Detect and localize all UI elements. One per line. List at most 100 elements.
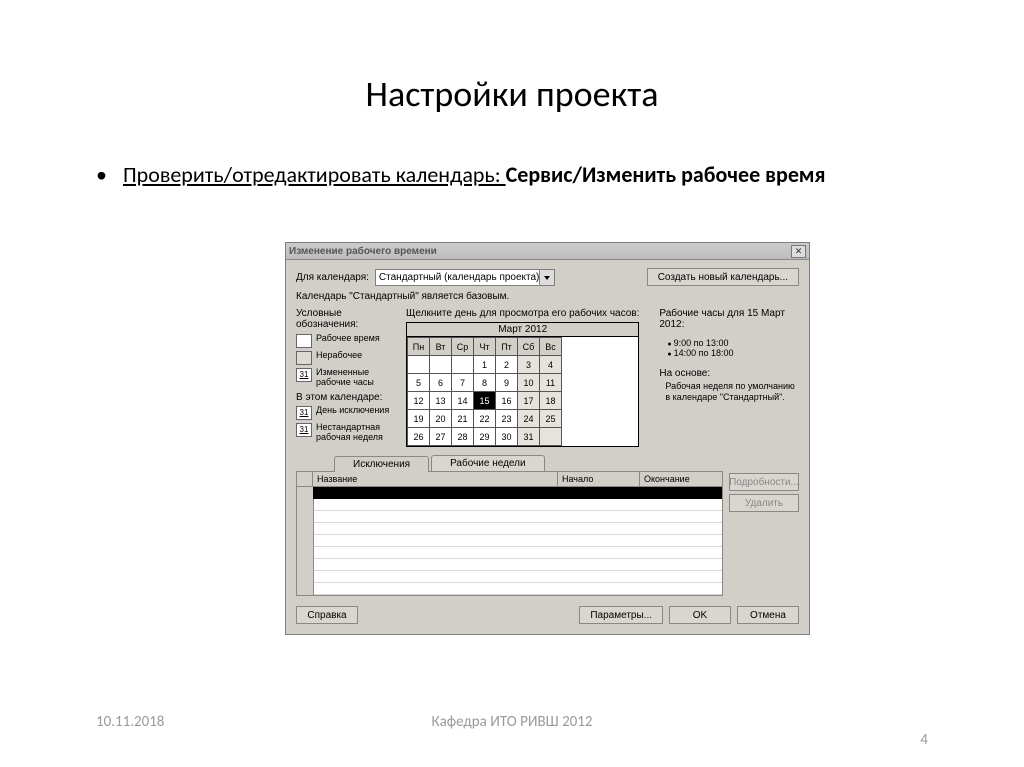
exceptions-grid[interactable]: Название Начало Окончание xyxy=(296,471,723,596)
cal-day[interactable] xyxy=(408,356,430,374)
slide-footer: 10.11.2018 Кафедра ИТО РИВШ 2012 4 xyxy=(0,713,1024,731)
cal-day[interactable]: 12 xyxy=(408,392,430,410)
cal-day[interactable]: 14 xyxy=(452,392,474,410)
ok-button[interactable]: OK xyxy=(669,606,731,624)
cal-day[interactable]: 25 xyxy=(540,410,562,428)
weekday-head: Вс xyxy=(540,338,562,356)
cal-day[interactable]: 6 xyxy=(430,374,452,392)
footer-date: 10.11.2018 xyxy=(96,713,164,731)
calendar-selector-row: Для календаря: Стандартный (календарь пр… xyxy=(286,260,809,289)
details-button[interactable]: Подробности... xyxy=(729,473,799,491)
swatch-changed-icon: 31 xyxy=(296,368,312,382)
cal-day[interactable]: 19 xyxy=(408,410,430,428)
legend-day-exception: 31День исключения xyxy=(296,406,398,420)
cal-day[interactable]: 3 xyxy=(518,356,540,374)
dialog-window: Изменение рабочего времени ✕ Для календа… xyxy=(285,242,810,635)
cal-day[interactable]: 26 xyxy=(408,428,430,446)
cal-day[interactable]: 29 xyxy=(474,428,496,446)
cal-day[interactable]: 20 xyxy=(430,410,452,428)
cal-day[interactable]: 23 xyxy=(496,410,518,428)
grid-col-name: Название xyxy=(313,472,558,486)
swatch-exception-icon: 31 xyxy=(296,406,312,420)
grid-header: Название Начало Окончание xyxy=(297,472,722,487)
slide-title: Настройки проекта xyxy=(0,0,1024,116)
weekday-head: Ср xyxy=(452,338,474,356)
cal-day[interactable]: 22 xyxy=(474,410,496,428)
legend-changed: 31Измененные рабочие часы xyxy=(296,368,398,388)
bullet-bold: Сервис/Изменить рабочее время xyxy=(506,161,826,188)
bullet-item: Проверить/отредактировать календарь: Сер… xyxy=(96,160,928,190)
dialog-title: Изменение рабочего времени xyxy=(289,246,791,257)
cal-day[interactable]: 16 xyxy=(496,392,518,410)
new-calendar-button[interactable]: Создать новый календарь... xyxy=(647,268,799,286)
calendar-weekday-row: Пн Вт Ср Чт Пт Сб Вс xyxy=(408,338,562,356)
grid-col-start: Начало xyxy=(558,472,640,486)
cal-day[interactable]: 18 xyxy=(540,392,562,410)
cal-day[interactable]: 24 xyxy=(518,410,540,428)
dialog-footer: Справка Параметры... OK Отмена xyxy=(286,596,809,634)
grid-body[interactable] xyxy=(297,487,722,595)
cal-day[interactable]: 9 xyxy=(496,374,518,392)
footer-page-number: 4 xyxy=(920,731,928,749)
based-on-label: На основе: xyxy=(659,368,799,379)
cal-day[interactable]: 8 xyxy=(474,374,496,392)
prev-month-icon[interactable] xyxy=(407,324,419,335)
calendar-table: Пн Вт Ср Чт Пт Сб Вс 1234 567891011 1213… xyxy=(407,337,562,446)
grid-col-end: Окончание xyxy=(640,472,722,486)
cal-day[interactable]: 13 xyxy=(430,392,452,410)
cal-day[interactable]: 21 xyxy=(452,410,474,428)
bullet-list: Проверить/отредактировать календарь: Сер… xyxy=(0,116,1024,190)
cancel-button[interactable]: Отмена xyxy=(737,606,799,624)
for-calendar-label: Для календаря: xyxy=(296,272,369,283)
legend: Условные обозначения: Рабочее время Нера… xyxy=(296,308,398,447)
params-button[interactable]: Параметры... xyxy=(579,606,663,624)
hours-title: Рабочие часы для 15 Март 2012: xyxy=(659,308,799,330)
hour-slot: 14:00 по 18:00 xyxy=(667,348,799,358)
legend-nonstd-week: 31Нестандартная рабочая неделя xyxy=(296,423,398,443)
calendar-widget[interactable]: Март 2012 Пн Вт Ср Чт Пт Сб Вс 1234 5678… xyxy=(406,322,639,447)
calendar-combo[interactable]: Стандартный (календарь проекта) xyxy=(375,269,555,286)
cal-day[interactable]: 7 xyxy=(452,374,474,392)
tab-workweeks[interactable]: Рабочие недели xyxy=(431,455,544,471)
cal-day-selected[interactable]: 15 xyxy=(474,392,496,410)
swatch-nonwork-icon xyxy=(296,351,312,365)
hour-slot: 9:00 по 13:00 xyxy=(667,338,799,348)
cal-day[interactable]: 30 xyxy=(496,428,518,446)
next-month-icon[interactable] xyxy=(626,324,638,335)
tabs: Исключения Рабочие недели xyxy=(286,447,809,471)
calendar-instruction: Щелкните день для просмотра его рабочих … xyxy=(406,308,639,319)
cal-day[interactable]: 27 xyxy=(430,428,452,446)
cal-day[interactable]: 2 xyxy=(496,356,518,374)
legend-title: Условные обозначения: xyxy=(296,308,398,330)
cal-day[interactable]: 5 xyxy=(408,374,430,392)
working-hours-panel: Рабочие часы для 15 Март 2012: 9:00 по 1… xyxy=(647,308,799,447)
cal-day[interactable]: 4 xyxy=(540,356,562,374)
base-calendar-note: Календарь "Стандартный" является базовым… xyxy=(286,289,809,308)
cal-day[interactable]: 10 xyxy=(518,374,540,392)
tab-exceptions[interactable]: Исключения xyxy=(334,456,429,472)
swatch-work-icon xyxy=(296,334,312,348)
cal-day[interactable] xyxy=(540,428,562,446)
swatch-nonstd-icon: 31 xyxy=(296,423,312,437)
calendar-month: Март 2012 xyxy=(419,324,626,335)
legend-nonwork: Нерабочее xyxy=(296,351,398,365)
weekday-head: Пт xyxy=(496,338,518,356)
cal-day[interactable] xyxy=(452,356,474,374)
help-button[interactable]: Справка xyxy=(296,606,358,624)
based-on-text: Рабочая неделя по умолчанию в календаре … xyxy=(659,381,799,403)
cal-day[interactable]: 11 xyxy=(540,374,562,392)
bullet-prefix: Проверить/отредактировать календарь: xyxy=(123,161,506,188)
cal-day[interactable] xyxy=(430,356,452,374)
close-icon[interactable]: ✕ xyxy=(791,245,806,258)
cal-day[interactable]: 31 xyxy=(518,428,540,446)
hours-list: 9:00 по 13:00 14:00 по 18:00 xyxy=(659,338,799,358)
cal-day[interactable]: 28 xyxy=(452,428,474,446)
cal-day[interactable]: 1 xyxy=(474,356,496,374)
calendar-combo-value: Стандартный (календарь проекта) xyxy=(379,272,539,283)
delete-button[interactable]: Удалить xyxy=(729,494,799,512)
cal-day[interactable]: 17 xyxy=(518,392,540,410)
weekday-head: Пн xyxy=(408,338,430,356)
legend-sub-title: В этом календаре: xyxy=(296,392,398,403)
calendar-header: Март 2012 xyxy=(407,323,638,337)
grid-col-rownum xyxy=(297,472,313,486)
